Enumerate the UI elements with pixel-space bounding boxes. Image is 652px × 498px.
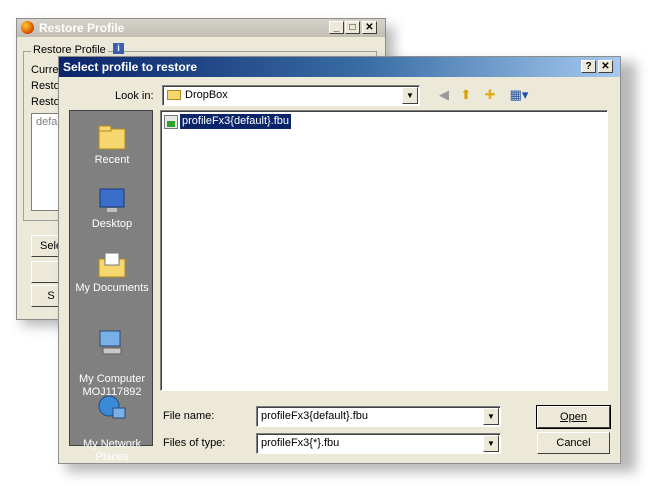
restore-profile-title: Restore Profile — [39, 21, 125, 35]
place-my-documents[interactable]: My Documents — [70, 251, 154, 295]
my-network-places-icon — [98, 395, 126, 419]
look-in-label: Look in: — [115, 90, 154, 102]
file-name[interactable]: profileFx3{default}.fbu — [178, 113, 293, 130]
look-in-value: DropBox — [185, 89, 228, 101]
maximize-button[interactable]: □ — [345, 21, 360, 34]
files-of-type-value: profileFx3{*}.fbu — [261, 437, 340, 449]
file-name-value[interactable]: profileFx3{default}.fbu — [261, 410, 368, 422]
restore-profile-group-label: Restore Profile — [31, 44, 108, 56]
file-name-label: File name: — [163, 410, 215, 422]
open-button[interactable]: Open — [536, 405, 611, 429]
my-computer-icon — [99, 330, 122, 355]
places-bar: Recent Desktop My Documents My Computer … — [69, 110, 154, 463]
restore-label-2: Resto — [31, 96, 60, 108]
back-icon[interactable]: ◀ — [435, 86, 453, 104]
help-button[interactable]: ? — [581, 60, 596, 73]
minimize-button[interactable]: _ — [329, 21, 344, 34]
dialog-close-button[interactable]: ✕ — [598, 60, 613, 73]
info-icon[interactable]: i — [113, 43, 124, 54]
profile-list-item[interactable]: defa — [36, 116, 57, 128]
dialog-titlebar[interactable]: Select profile to restore ? ✕ — [59, 57, 620, 77]
files-of-type-label: Files of type: — [163, 437, 226, 449]
dialog-title: Select profile to restore — [63, 60, 198, 74]
views-icon[interactable]: ▦▾ — [507, 86, 531, 104]
place-my-network[interactable]: My Network Places — [70, 381, 154, 464]
chevron-down-icon[interactable]: ▼ — [483, 408, 499, 425]
folder-icon — [167, 90, 181, 100]
select-profile-dialog: Select profile to restore ? ✕ Look in: D… — [58, 56, 621, 464]
file-icon — [164, 115, 178, 129]
recent-icon — [98, 125, 126, 150]
files-of-type-combo[interactable]: profileFx3{*}.fbu ▼ — [256, 433, 501, 454]
cancel-button[interactable]: Cancel — [537, 432, 610, 454]
firefox-icon — [21, 21, 34, 34]
restore-label-1: Resto — [31, 80, 60, 92]
restore-profile-titlebar[interactable]: Restore Profile _ □ ✕ — [17, 19, 385, 37]
up-folder-icon[interactable]: ⬆ — [457, 86, 475, 104]
my-documents-icon — [98, 252, 126, 278]
current-label: Curre — [31, 64, 59, 76]
chevron-down-icon[interactable]: ▼ — [483, 435, 499, 452]
place-recent[interactable]: Recent — [70, 123, 154, 167]
desktop-icon — [99, 188, 125, 212]
file-list[interactable]: profileFx3{default}.fbu — [160, 110, 608, 391]
profile-list[interactable]: defa — [31, 113, 61, 211]
look-in-combo[interactable]: DropBox ▼ — [162, 85, 420, 106]
close-button[interactable]: ✕ — [362, 21, 377, 34]
file-name-combo[interactable]: profileFx3{default}.fbu ▼ — [256, 406, 501, 427]
new-folder-icon[interactable]: ✚ — [481, 86, 499, 104]
chevron-down-icon[interactable]: ▼ — [402, 87, 418, 104]
place-desktop[interactable]: Desktop — [70, 187, 154, 231]
